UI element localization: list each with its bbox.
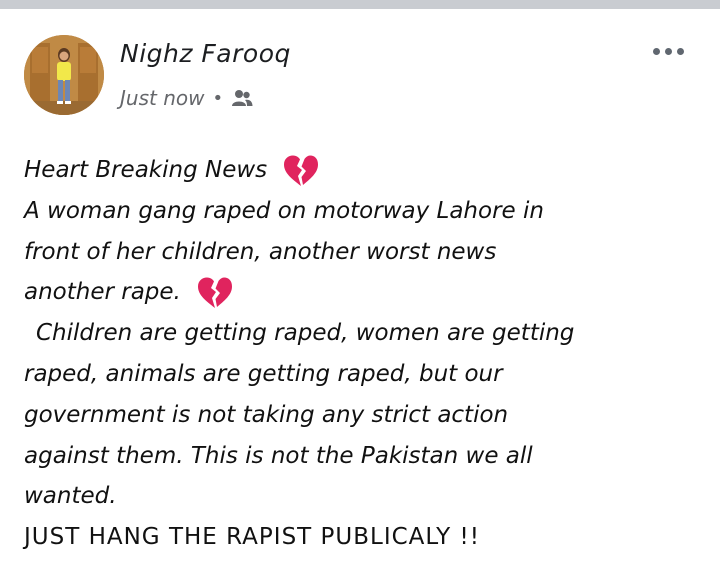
post-line: wanted. <box>24 483 117 510</box>
post-header: Nighz Farooq Just now • <box>0 9 720 139</box>
post-text: Heart Breaking News A woman gang raped o… <box>24 150 704 558</box>
top-divider <box>0 0 720 9</box>
post-line-text: another rape. <box>24 279 181 306</box>
meta-separator: • <box>212 87 224 109</box>
more-options-icon[interactable] <box>646 39 690 63</box>
post-line: Children are getting raped, women are ge… <box>36 320 575 347</box>
avatar[interactable] <box>24 35 104 115</box>
post-line-text: Heart Breaking News <box>24 157 268 183</box>
post-line: government is not taking any strict acti… <box>24 401 509 428</box>
post-line: against them. This is not the Pakistan w… <box>24 442 533 469</box>
profile-photo <box>24 35 104 115</box>
broken-heart-icon <box>282 154 320 188</box>
post-line: A woman gang raped on motorway Lahore in <box>24 197 544 224</box>
timestamp[interactable]: Just now <box>120 86 204 110</box>
author-name[interactable]: Nighz Farooq <box>120 39 291 68</box>
post-line: raped, animals are getting raped, but ou… <box>24 360 503 387</box>
friends-icon[interactable] <box>231 89 253 107</box>
post-meta: Just now • <box>120 85 253 111</box>
post-line: Heart Breaking News <box>24 150 704 191</box>
post-line: another rape. <box>24 272 704 313</box>
post-line: JUST HANG THE RAPIST PUBLICALY !! <box>24 524 480 551</box>
post-line: front of her children, another worst new… <box>24 238 497 265</box>
broken-heart-icon <box>196 276 234 310</box>
